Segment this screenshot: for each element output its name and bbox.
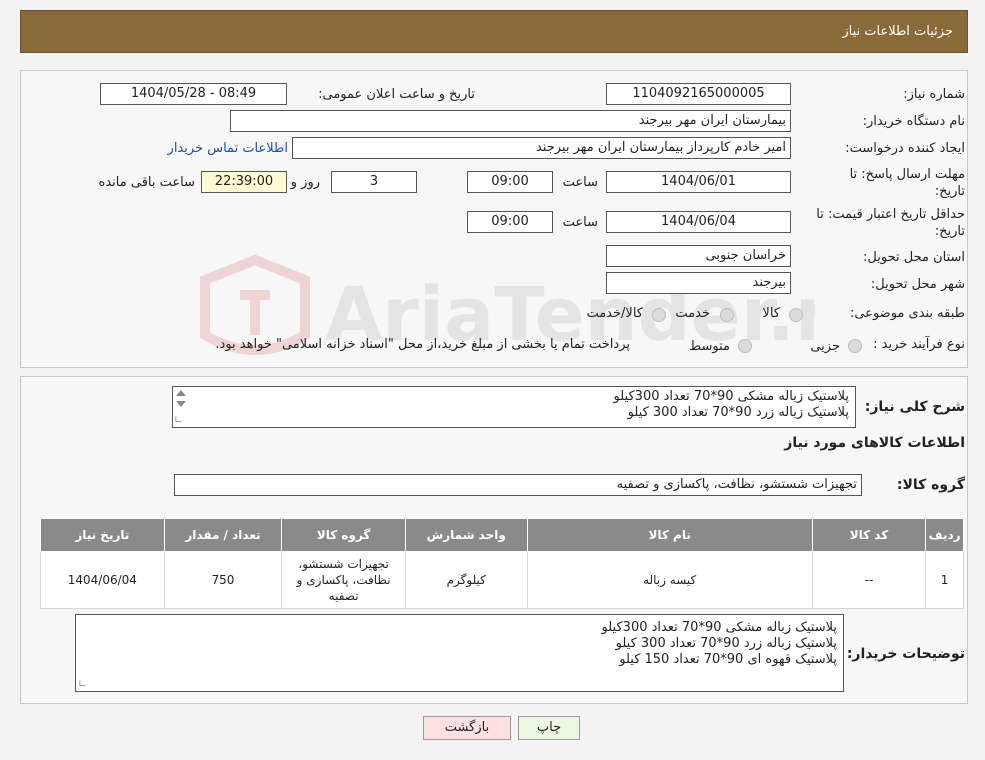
subject-category-label: طبقه بندی موضوعی: — [849, 306, 965, 321]
category-goods-label: کالا — [762, 306, 780, 321]
price-validity-label: حداقل تاریخ اعتبار قیمت: تا تاریخ: — [816, 206, 965, 240]
back-button[interactable]: بازگشت — [423, 716, 511, 740]
buyer-org-label: نام دستگاه خریدار: — [862, 114, 965, 129]
buyer-notes-line-1: پلاستیک زباله مشکی 90*70 تعداد 300کیلو — [601, 620, 837, 635]
cell-quantity: 750 — [163, 551, 283, 609]
deadline-label: مهلت ارسال پاسخ: تا تاریخ: — [850, 166, 965, 200]
header-goods-code: کد کالا — [811, 518, 927, 552]
page-header: جزئیات اطلاعات نیاز — [20, 10, 968, 53]
category-service-label: خدمت — [675, 306, 710, 321]
delivery-city-label: شهر محل تحویل: — [870, 277, 965, 292]
header-row-number: ردیف — [925, 518, 964, 552]
scroll-up-icon[interactable] — [176, 390, 186, 396]
goods-table: ردیف کد کالا نام کالا واحد شمارش گروه کا… — [40, 518, 964, 609]
category-goods-service-radio[interactable] — [652, 308, 666, 322]
need-number-field: 1104092165000005 — [606, 83, 791, 105]
delivery-city-field: بیرجند — [606, 272, 791, 294]
buyer-notes-label: توضیحات خریدار: — [846, 646, 965, 662]
need-summary-textarea[interactable]: پلاستیک زباله مشکی 90*70 تعداد 300کیلو پ… — [172, 386, 856, 428]
cell-need-date: 1404/06/04 — [40, 551, 165, 609]
price-validity-label-line-2: تاریخ: — [934, 224, 965, 239]
buyer-notes-line-2: پلاستیک زباله زرد 90*70 تعداد 300 کیلو — [615, 636, 837, 651]
delivery-province-field: خراسان جنوبی — [606, 245, 791, 267]
remaining-days-label: روز و — [290, 175, 320, 190]
header-need-date: تاریخ نیاز — [40, 518, 165, 552]
need-summary-line-2: پلاستیک زباله زرد 90*70 تعداد 300 کیلو — [627, 405, 849, 420]
page-title: جزئیات اطلاعات نیاز — [842, 24, 953, 39]
need-summary-label: شرح کلی نیاز: — [864, 399, 965, 415]
buyer-org-field: بیمارستان ایران مهر بیرجند — [230, 110, 791, 132]
remaining-days-field: 3 — [331, 171, 417, 193]
category-goods-service-label: کالا/خدمت — [586, 306, 643, 321]
process-medium-label: متوسط — [689, 339, 730, 354]
deadline-time-label: ساعت — [562, 175, 598, 190]
category-service-radio[interactable] — [720, 308, 734, 322]
scroll-down-icon[interactable] — [176, 401, 186, 407]
announce-datetime-field: 1404/05/28 - 08:49 — [100, 83, 287, 105]
goods-section-title: اطلاعات کالاهای مورد نیاز — [784, 435, 965, 451]
print-button[interactable]: چاپ — [518, 716, 580, 740]
resize-grip-icon[interactable]: ∟ — [174, 416, 182, 426]
price-validity-time-label: ساعت — [562, 215, 598, 230]
buyer-notes-line-3: پلاستیک قهوه ای 90*70 تعداد 150 کیلو — [619, 652, 837, 667]
buyer-notes-textarea[interactable]: پلاستیک زباله مشکی 90*70 تعداد 300کیلو پ… — [75, 614, 844, 692]
goods-table-header-row: ردیف کد کالا نام کالا واحد شمارش گروه کا… — [40, 518, 964, 552]
cell-goods-name: کیسه زباله — [526, 551, 813, 609]
announce-datetime-label: تاریخ و ساعت اعلان عمومی: — [318, 87, 475, 102]
cell-goods-code: -- — [811, 551, 927, 609]
price-validity-time-field: 09:00 — [467, 211, 553, 233]
need-summary-line-1: پلاستیک زباله مشکی 90*70 تعداد 300کیلو — [613, 389, 849, 404]
request-creator-label: ایجاد کننده درخواست: — [845, 141, 965, 156]
remaining-time-label: ساعت باقی مانده — [98, 175, 195, 190]
deadline-label-line-2: تاریخ: — [934, 184, 965, 199]
buyer-contact-link[interactable]: اطلاعات تماس خریدار — [168, 141, 288, 156]
remaining-time-field: 22:39:00 — [201, 171, 287, 193]
category-goods-radio[interactable] — [789, 308, 803, 322]
cell-goods-group: تجهیزات شستشو، نظافت، پاکسازی و تصفیه — [281, 551, 406, 609]
goods-group-label: گروه کالا: — [896, 477, 965, 493]
header-goods-group: گروه کالا — [281, 518, 406, 552]
request-creator-field: امیر خادم کارپرداز بیمارستان ایران مهر ب… — [292, 137, 791, 159]
treasury-payment-note: پرداخت تمام یا بخشی از مبلغ خرید،از محل … — [215, 337, 630, 352]
header-quantity: تعداد / مقدار — [163, 518, 283, 552]
process-medium-radio[interactable] — [738, 339, 752, 353]
deadline-date-field: 1404/06/01 — [606, 171, 791, 193]
process-minor-radio[interactable] — [848, 339, 862, 353]
header-unit: واحد شمارش — [404, 518, 528, 552]
goods-group-field: تجهیزات شستشو، نظافت، پاکسازی و تصفیه — [174, 474, 862, 496]
price-validity-date-field: 1404/06/04 — [606, 211, 791, 233]
deadline-time-field: 09:00 — [467, 171, 553, 193]
cell-unit: کیلوگرم — [404, 551, 528, 609]
table-row: 1 -- کیسه زباله کیلوگرم تجهیزات شستشو، ن… — [40, 551, 964, 609]
purchase-process-label: نوع فرآیند خرید : — [873, 337, 965, 352]
notes-resize-grip-icon[interactable]: ∟ — [78, 680, 86, 690]
need-number-label: شماره نیاز: — [903, 87, 965, 102]
process-minor-label: جزیی — [810, 339, 840, 354]
deadline-label-line-1: مهلت ارسال پاسخ: تا — [849, 167, 965, 182]
header-goods-name: نام کالا — [526, 518, 813, 552]
price-validity-label-line-1: حداقل تاریخ اعتبار قیمت: تا — [816, 207, 965, 222]
cell-row-number: 1 — [925, 551, 964, 609]
delivery-province-label: استان محل تحویل: — [863, 250, 965, 265]
